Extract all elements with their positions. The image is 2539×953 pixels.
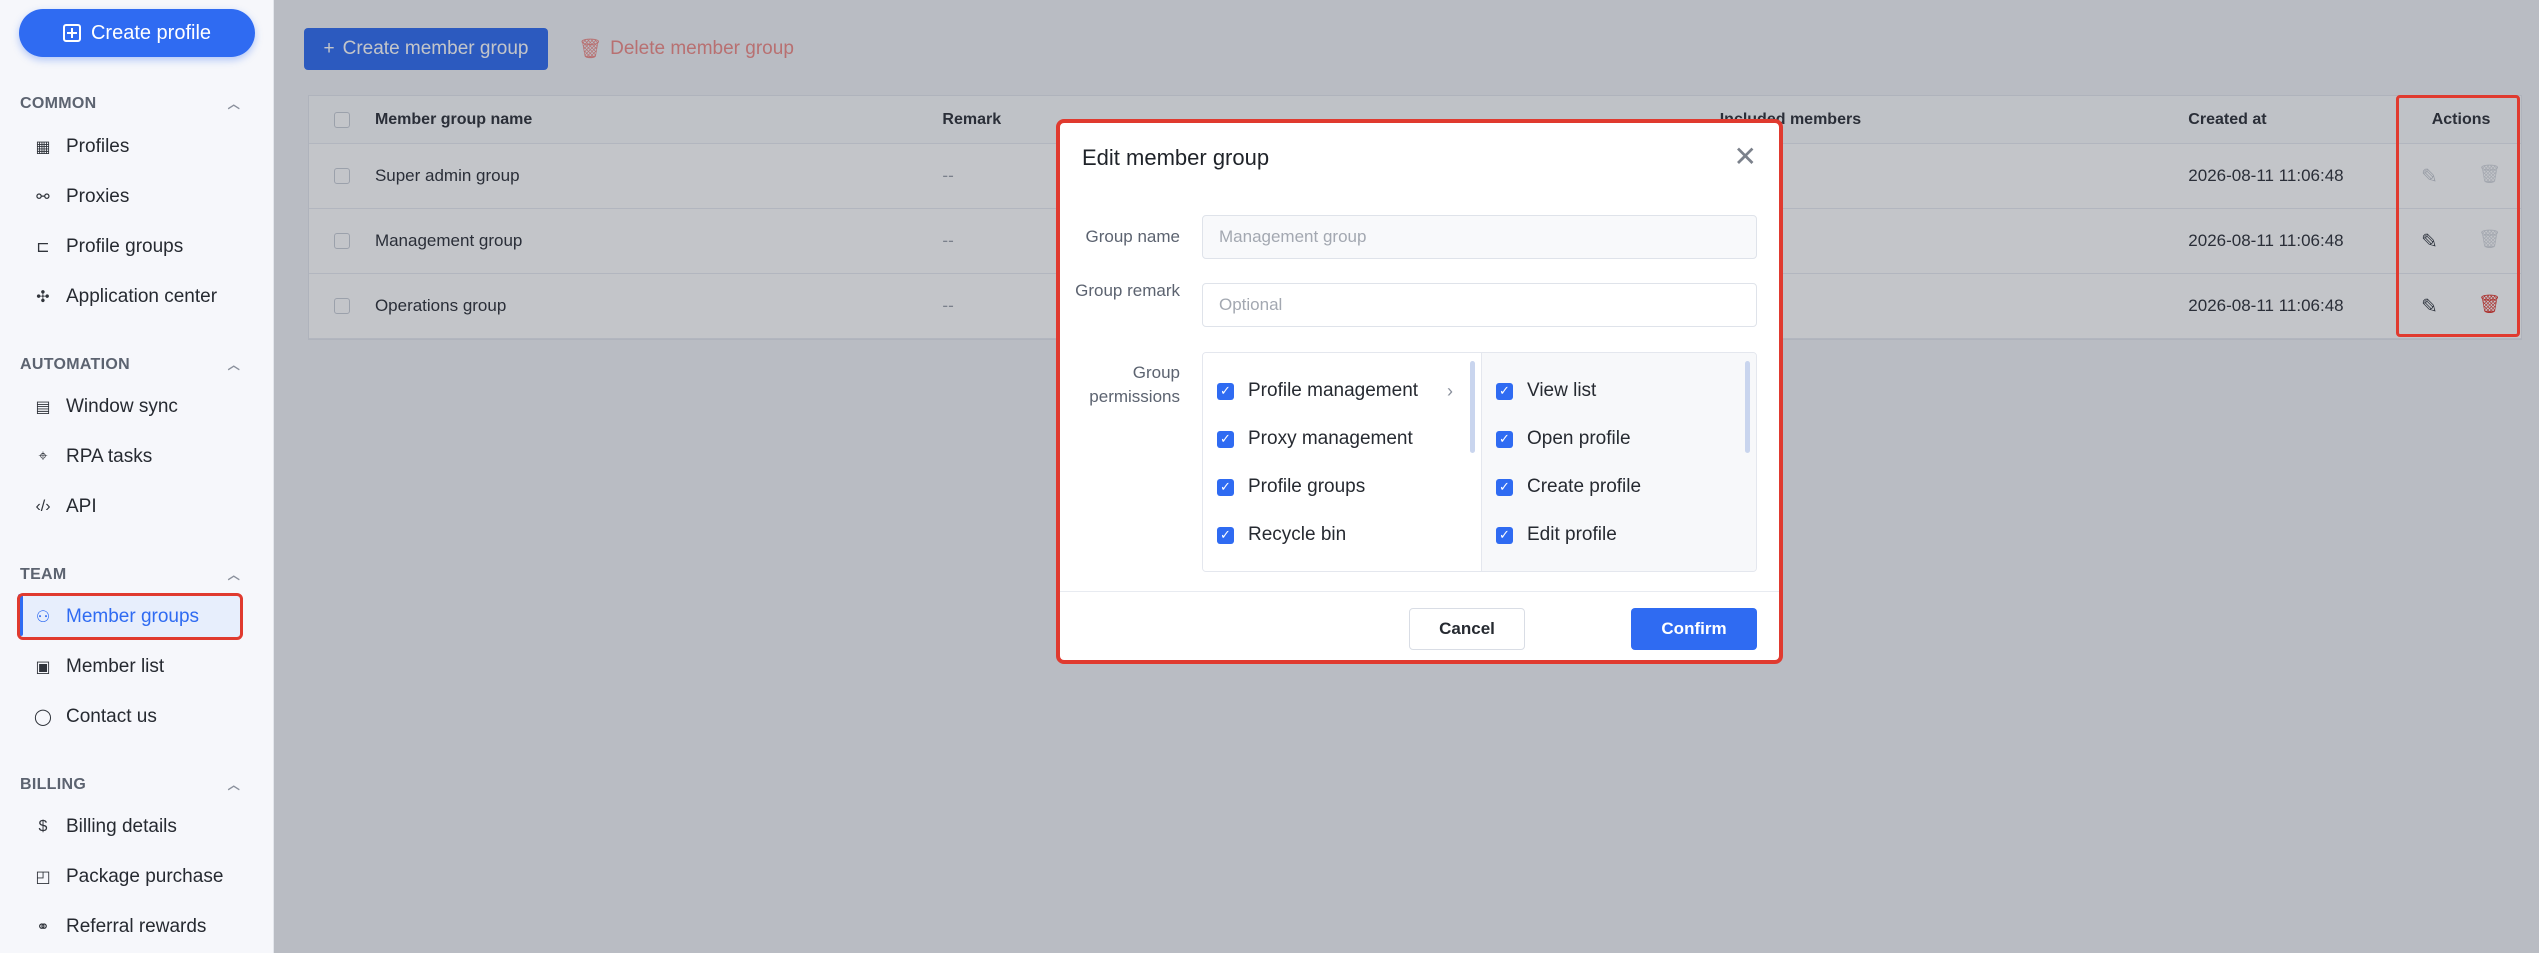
sidebar-item-profiles[interactable]: ▦ Profiles bbox=[20, 126, 242, 168]
cancel-button[interactable]: Cancel bbox=[1409, 608, 1525, 650]
checkbox-checked-icon[interactable]: ✓ bbox=[1217, 478, 1234, 496]
highlight-box-actions bbox=[2396, 95, 2520, 337]
shopping-bag-icon: ◰ bbox=[35, 869, 51, 886]
checkbox-checked-icon[interactable]: ✓ bbox=[1217, 382, 1234, 400]
chevron-up-icon: ︿ bbox=[227, 97, 240, 111]
section-automation[interactable]: AUTOMATION ︿ bbox=[20, 356, 240, 374]
contact-card-icon: ▣ bbox=[35, 659, 51, 676]
sidebar-item-rpa-tasks[interactable]: ⌖ RPA tasks bbox=[20, 436, 242, 478]
puzzle-icon: ✣ bbox=[36, 289, 50, 306]
sidebar-item-proxies[interactable]: ⚯ Proxies bbox=[20, 176, 242, 218]
scan-icon: ⌖ bbox=[38, 448, 48, 465]
sidebar-item-package-purchase[interactable]: ◰ Package purchase bbox=[20, 856, 242, 898]
edit-member-group-dialog: Edit member group ✕ Group name Managemen… bbox=[1056, 119, 1783, 664]
group-name-input[interactable]: Management group bbox=[1202, 215, 1757, 259]
network-icon: ⚯ bbox=[36, 189, 50, 206]
permission-item[interactable]: ✓ Recycle bin bbox=[1203, 511, 1481, 559]
section-common[interactable]: COMMON ︿ bbox=[20, 95, 240, 113]
dialog-footer: Cancel Confirm bbox=[1060, 591, 1779, 664]
sidebar: Create profile COMMON ︿ ▦ Profiles ⚯ Prox… bbox=[0, 0, 274, 953]
scrollbar[interactable] bbox=[1745, 361, 1750, 453]
group-name-label: Group name bbox=[1085, 227, 1181, 246]
grid-icon: ▦ bbox=[35, 139, 51, 156]
section-team[interactable]: TEAM ︿ bbox=[20, 566, 240, 584]
confirm-button[interactable]: Confirm bbox=[1631, 608, 1757, 650]
permission-item[interactable]: ✓ Edit profile bbox=[1482, 511, 1756, 559]
permissions-selector: ✓ Profile management › ✓ Proxy managemen… bbox=[1202, 352, 1757, 572]
code-icon: ‹/› bbox=[35, 498, 51, 515]
checkbox-checked-icon[interactable]: ✓ bbox=[1496, 382, 1513, 400]
close-icon[interactable]: ✕ bbox=[1734, 143, 1757, 171]
checkbox-checked-icon[interactable]: ✓ bbox=[1496, 526, 1513, 544]
checkbox-checked-icon[interactable]: ✓ bbox=[1217, 526, 1234, 544]
permission-item[interactable]: ✓ View list bbox=[1482, 367, 1756, 415]
permission-categories: ✓ Profile management › ✓ Proxy managemen… bbox=[1203, 353, 1482, 571]
permission-item[interactable]: ✓ Profile management › bbox=[1203, 367, 1481, 415]
dialog-title: Edit member group bbox=[1082, 145, 1270, 170]
chevron-right-icon[interactable]: › bbox=[1447, 381, 1453, 402]
scrollbar[interactable] bbox=[1470, 361, 1475, 453]
chevron-up-icon: ︿ bbox=[227, 568, 240, 582]
highlight-box-sidebar bbox=[17, 593, 243, 640]
permission-details: ✓ View list ✓ Open profile ✓ Create prof… bbox=[1482, 353, 1756, 571]
permission-item[interactable]: ✓ Open profile bbox=[1482, 415, 1756, 463]
sidebar-item-api[interactable]: ‹/› API bbox=[20, 486, 242, 528]
chat-bubble-icon: ◯ bbox=[34, 709, 52, 726]
chevron-up-icon: ︿ bbox=[227, 358, 240, 372]
handshake-icon: ⚭ bbox=[36, 919, 50, 936]
sidebar-item-contact-us[interactable]: ◯ Contact us bbox=[20, 696, 242, 738]
section-billing[interactable]: BILLING ︿ bbox=[20, 776, 240, 794]
group-remark-input[interactable]: Optional bbox=[1202, 283, 1757, 327]
dollar-receipt-icon: $ bbox=[38, 818, 48, 835]
checkbox-checked-icon[interactable]: ✓ bbox=[1496, 478, 1513, 496]
chevron-up-icon: ︿ bbox=[227, 778, 240, 792]
sidebar-item-application-center[interactable]: ✣ Application center bbox=[20, 276, 242, 318]
checkbox-checked-icon[interactable]: ✓ bbox=[1496, 430, 1513, 448]
create-profile-button[interactable]: Create profile bbox=[19, 9, 255, 57]
sidebar-item-member-list[interactable]: ▣ Member list bbox=[20, 646, 242, 688]
group-remark-label: Group remark bbox=[1075, 281, 1180, 300]
sidebar-item-window-sync[interactable]: ▤ Window sync bbox=[20, 386, 242, 428]
permission-item[interactable]: ✓ Profile groups bbox=[1203, 463, 1481, 511]
checkbox-checked-icon[interactable]: ✓ bbox=[1217, 430, 1234, 448]
plus-square-icon bbox=[62, 24, 81, 42]
permission-item[interactable]: ✓ Create profile bbox=[1482, 463, 1756, 511]
group-permissions-label: Group permissions bbox=[1089, 363, 1180, 406]
sidebar-item-billing-details[interactable]: $ Billing details bbox=[20, 806, 242, 848]
sidebar-item-profile-groups[interactable]: ⊏ Profile groups bbox=[20, 226, 242, 268]
tree-icon: ⊏ bbox=[36, 239, 50, 256]
create-profile-label: Create profile bbox=[90, 21, 212, 44]
table-icon: ▤ bbox=[35, 399, 51, 416]
permission-item[interactable]: ✓ Proxy management bbox=[1203, 415, 1481, 463]
sidebar-item-referral-rewards[interactable]: ⚭ Referral rewards bbox=[20, 906, 242, 948]
